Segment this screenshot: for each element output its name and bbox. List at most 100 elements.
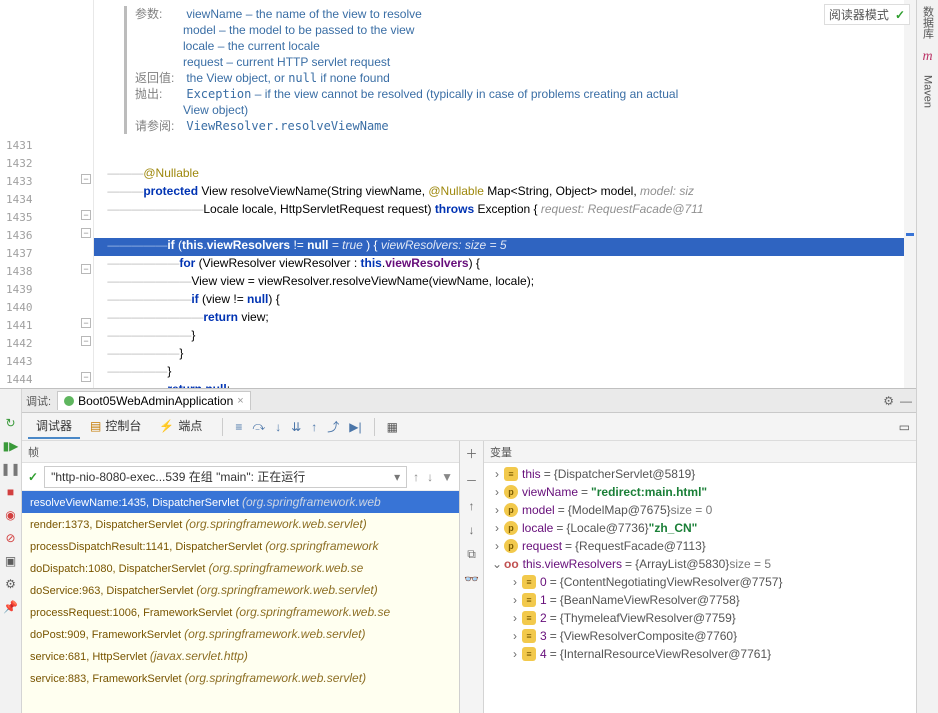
fold-icon[interactable]: − bbox=[81, 336, 91, 346]
fold-icon[interactable]: − bbox=[81, 228, 91, 238]
stack-frame[interactable]: resolveViewName:1435, DispatcherServlet … bbox=[22, 491, 459, 513]
tree-twisty-icon[interactable]: › bbox=[508, 611, 522, 625]
variable-row[interactable]: ›prequest = {RequestFacade@7113} bbox=[488, 537, 912, 555]
gutter-line[interactable]: 1440 bbox=[0, 298, 93, 316]
pin-icon[interactable]: 📌 bbox=[3, 599, 18, 614]
filter-icon[interactable]: ▼ bbox=[441, 470, 453, 484]
show-exec-point-icon[interactable]: ≡ bbox=[235, 420, 242, 434]
gutter-line[interactable]: 1438− bbox=[0, 262, 93, 280]
variable-row[interactable]: ›≡0 = {ContentNegotiatingViewResolver@77… bbox=[488, 573, 912, 591]
gutter-line[interactable]: 1433− bbox=[0, 172, 93, 190]
add-watch-icon[interactable]: ＋ bbox=[465, 445, 477, 462]
code-line[interactable]: ————————Locale locale, HttpServletReques… bbox=[94, 202, 916, 220]
variable-row[interactable]: ›≡2 = {ThymeleafViewResolver@7759} bbox=[488, 609, 912, 627]
code-line[interactable]: ————————return view; bbox=[94, 310, 916, 328]
stack-frame[interactable]: service:883, FrameworkServlet (org.sprin… bbox=[22, 667, 459, 689]
gutter-line[interactable]: 1435− bbox=[0, 208, 93, 226]
stop-icon[interactable]: ■ bbox=[3, 484, 18, 499]
code-column[interactable]: 参数: viewName – the name of the view to r… bbox=[94, 0, 916, 388]
tree-twisty-icon[interactable]: › bbox=[508, 629, 522, 643]
variables-list[interactable]: ›≡this = {DispatcherServlet@5819}›pviewN… bbox=[484, 463, 916, 713]
fold-icon[interactable]: − bbox=[81, 264, 91, 274]
stack-frame[interactable]: service:681, HttpServlet (javax.servlet.… bbox=[22, 645, 459, 667]
stack-frame[interactable]: render:1373, DispatcherServlet (org.spri… bbox=[22, 513, 459, 535]
gutter-line[interactable]: 1441− bbox=[0, 316, 93, 334]
stack-frame[interactable]: doDispatch:1080, DispatcherServlet (org.… bbox=[22, 557, 459, 579]
gutter-line[interactable]: 1434 bbox=[0, 190, 93, 208]
tree-twisty-icon[interactable]: › bbox=[490, 539, 504, 553]
tab-debugger[interactable]: 调试器 bbox=[28, 414, 80, 439]
camera-icon[interactable]: ▣ bbox=[3, 553, 18, 568]
code-line[interactable]: ———————View view = viewResolver.resolveV… bbox=[94, 274, 916, 292]
drop-frame-icon[interactable]: ⤴ bbox=[327, 418, 339, 435]
stack-frame[interactable]: processDispatchResult:1141, DispatcherSe… bbox=[22, 535, 459, 557]
gutter-line[interactable]: 1443 bbox=[0, 352, 93, 370]
tree-twisty-icon[interactable]: › bbox=[490, 503, 504, 517]
variable-row[interactable]: ›≡this = {DispatcherServlet@5819} bbox=[488, 465, 912, 483]
maven-icon[interactable]: m bbox=[922, 49, 932, 65]
close-icon[interactable]: × bbox=[237, 395, 243, 407]
variable-row[interactable]: ›pmodel = {ModelMap@7675} size = 0 bbox=[488, 501, 912, 519]
tool-maven[interactable]: Maven bbox=[922, 75, 934, 108]
code-line[interactable]: ———protected View resolveViewName(String… bbox=[94, 184, 916, 202]
fold-icon[interactable]: − bbox=[81, 210, 91, 220]
gutter-line[interactable]: 1436− bbox=[0, 226, 93, 244]
code-line[interactable]: ———————} bbox=[94, 328, 916, 346]
rerun-icon[interactable]: ↻ bbox=[3, 415, 18, 430]
stack-frame[interactable]: doPost:909, FrameworkServlet (org.spring… bbox=[22, 623, 459, 645]
copy-icon[interactable]: ⧉ bbox=[467, 547, 476, 562]
variable-row[interactable]: ›plocale = {Locale@7736} "zh_CN" bbox=[488, 519, 912, 537]
code-line[interactable]: ——————for (ViewResolver viewResolver : t… bbox=[94, 256, 916, 274]
fold-icon[interactable]: − bbox=[81, 372, 91, 382]
layout-icon[interactable]: ▭ bbox=[899, 420, 910, 434]
gutter-line[interactable]: 1431 bbox=[0, 136, 93, 154]
down-icon[interactable]: ↓ bbox=[469, 523, 475, 537]
fold-icon[interactable]: − bbox=[81, 174, 91, 184]
prev-frame-icon[interactable]: ↑ bbox=[413, 470, 419, 484]
evaluate-icon[interactable]: ▦ bbox=[387, 420, 398, 434]
resume-icon[interactable]: ▮▶ bbox=[3, 438, 18, 453]
code-line[interactable]: ———@Nullable bbox=[94, 166, 916, 184]
view-breakpoints-icon[interactable]: ◉ bbox=[3, 507, 18, 522]
tree-twisty-icon[interactable]: › bbox=[490, 467, 504, 481]
settings-icon[interactable]: ⚙ bbox=[3, 576, 18, 591]
code-line[interactable]: —————return null; bbox=[94, 382, 916, 388]
editor-scrollbar[interactable] bbox=[904, 0, 916, 388]
gutter-line[interactable]: 1432 bbox=[0, 154, 93, 172]
mute-breakpoints-icon[interactable]: ⊘ bbox=[3, 530, 18, 545]
tab-breakpoints[interactable]: ⚡端点 bbox=[151, 414, 210, 439]
reader-mode-toggle[interactable]: 阅读器模式 ✓ bbox=[824, 4, 910, 25]
up-icon[interactable]: ↑ bbox=[469, 499, 475, 513]
gutter-line[interactable]: 1444− bbox=[0, 370, 93, 388]
variable-row[interactable]: ›≡4 = {InternalResourceViewResolver@7761… bbox=[488, 645, 912, 663]
minimize-icon[interactable]: — bbox=[900, 394, 912, 408]
tool-datasource[interactable]: 数据库 bbox=[920, 6, 936, 39]
next-frame-icon[interactable]: ↓ bbox=[427, 470, 433, 484]
step-into-icon[interactable]: ↓ bbox=[275, 420, 281, 434]
fold-icon[interactable]: − bbox=[81, 318, 91, 328]
code-line[interactable]: —————if (this.viewResolvers != null = tr… bbox=[94, 238, 916, 256]
stack-frame[interactable]: processRequest:1006, FrameworkServlet (o… bbox=[22, 601, 459, 623]
remove-watch-icon[interactable]: － bbox=[465, 472, 477, 489]
code-line[interactable]: ——————} bbox=[94, 346, 916, 364]
gutter-line[interactable]: 1437 bbox=[0, 244, 93, 262]
pause-icon[interactable]: ❚❚ bbox=[3, 461, 18, 476]
tree-twisty-icon[interactable]: ⌄ bbox=[490, 557, 504, 571]
code-line[interactable]: ———————if (view != null) { bbox=[94, 292, 916, 310]
variable-row[interactable]: ›≡3 = {ViewResolverComposite@7760} bbox=[488, 627, 912, 645]
variable-row[interactable]: ›≡1 = {BeanNameViewResolver@7758} bbox=[488, 591, 912, 609]
gear-icon[interactable]: ⚙ bbox=[883, 394, 894, 408]
run-to-cursor-icon[interactable]: ▶| bbox=[349, 420, 361, 434]
tree-twisty-icon[interactable]: › bbox=[490, 485, 504, 499]
step-over-icon[interactable]: ⤼ bbox=[252, 419, 265, 434]
debug-run-tab[interactable]: Boot05WebAdminApplication × bbox=[57, 391, 251, 410]
variable-row[interactable]: ⌄oothis.viewResolvers = {ArrayList@5830}… bbox=[488, 555, 912, 573]
tree-twisty-icon[interactable]: › bbox=[508, 575, 522, 589]
code-line[interactable]: —————} bbox=[94, 364, 916, 382]
variable-row[interactable]: ›pviewName = "redirect:main.html" bbox=[488, 483, 912, 501]
gutter-line[interactable]: 1442− bbox=[0, 334, 93, 352]
frames-list[interactable]: resolveViewName:1435, DispatcherServlet … bbox=[22, 491, 459, 713]
thread-selector[interactable]: "http-nio-8080-exec...539 在组 "main": 正在运… bbox=[44, 466, 407, 488]
tree-twisty-icon[interactable]: › bbox=[508, 647, 522, 661]
tree-twisty-icon[interactable]: › bbox=[490, 521, 504, 535]
